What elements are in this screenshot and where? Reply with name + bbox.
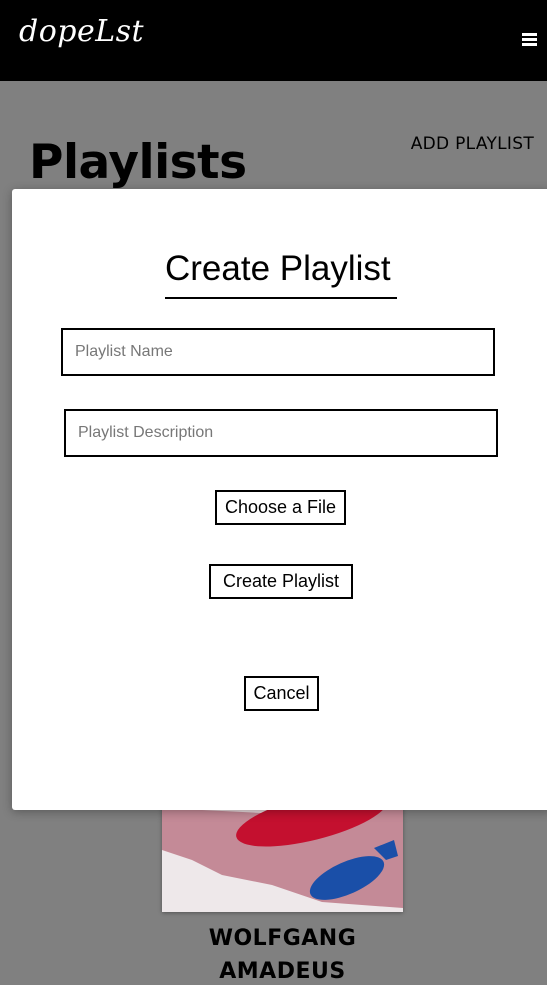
playlist-description-input[interactable]: [64, 409, 498, 457]
choose-file-button[interactable]: Choose a File: [215, 490, 346, 525]
page-title: Playlists: [29, 135, 247, 190]
add-playlist-link[interactable]: ADD PLAYLIST: [411, 134, 534, 154]
hamburger-menu-icon[interactable]: [522, 33, 537, 47]
artist-name[interactable]: WOLFGANG AMADEUS: [162, 922, 403, 985]
top-nav-bar: dopeLst: [0, 0, 547, 81]
create-playlist-modal: Create Playlist Choose a File Create Pla…: [12, 189, 547, 810]
create-playlist-button[interactable]: Create Playlist: [209, 564, 353, 599]
modal-title: Create Playlist: [165, 249, 391, 288]
playlist-name-input[interactable]: [61, 328, 495, 376]
app-logo[interactable]: dopeLst: [19, 14, 144, 49]
modal-title-underline: [165, 297, 397, 299]
cancel-button[interactable]: Cancel: [244, 676, 319, 711]
